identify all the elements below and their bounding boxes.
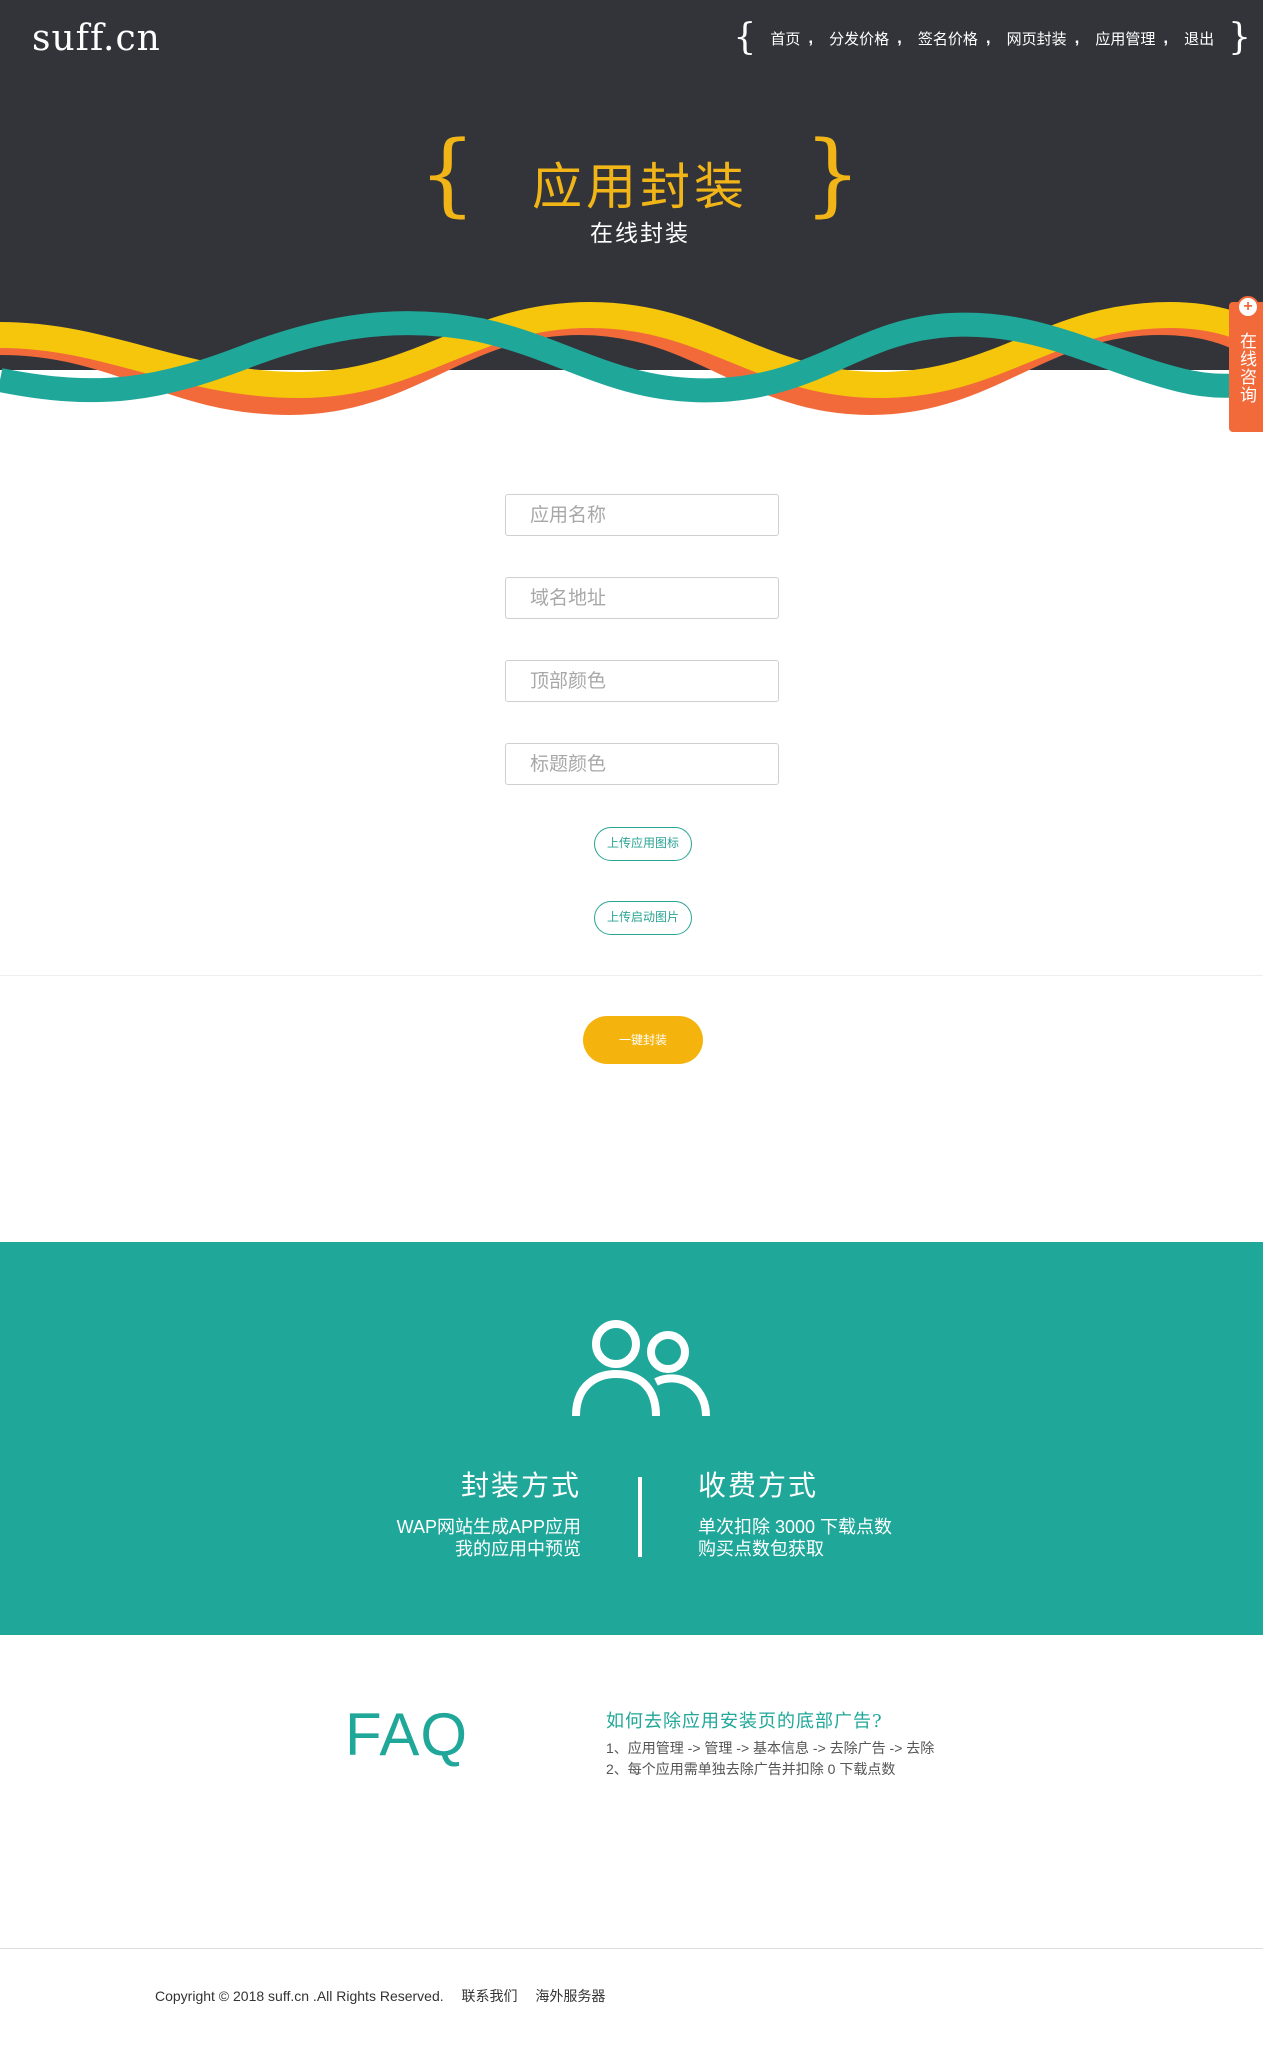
faq-answer: 1、应用管理 -> 管理 -> 基本信息 -> 去除广告 -> 去除 (606, 1740, 935, 1756)
domain-input[interactable] (505, 577, 779, 619)
nav-separator: , (897, 28, 902, 47)
nav-item-logout[interactable]: 退出 (1184, 28, 1214, 49)
online-consult-label: 在线咨询 (1237, 332, 1256, 404)
upload-app-icon-button[interactable]: 上传应用图标 (594, 827, 692, 861)
one-click-wrap-button[interactable]: 一键封装 (583, 1016, 703, 1064)
faq-answer: 2、每个应用需单独去除广告并扣除 0 下载点数 (606, 1761, 896, 1777)
footer: Copyright © 2018 suff.cn .All Rights Res… (155, 1986, 605, 2006)
hero-header: suff.cn { 首页 , 分发价格 , 签名价格 , 网页封装 , 应用管理… (0, 0, 1263, 420)
top-color-input[interactable] (505, 660, 779, 702)
nav-separator: , (985, 28, 991, 47)
nav-item-app-management[interactable]: 应用管理 (1095, 28, 1155, 49)
nav-item-distribution-price[interactable]: 分发价格 (829, 28, 889, 49)
title-brace-open: { (418, 122, 476, 227)
title-brace-close: } (804, 122, 862, 227)
billing-method-line: 单次扣除 3000 下载点数 (698, 1517, 893, 1537)
footer-link-contact[interactable]: 联系我们 (462, 1988, 518, 2004)
nav-separator: , (1163, 28, 1169, 47)
title-color-input[interactable] (505, 743, 779, 785)
nav-separator: , (1074, 28, 1080, 47)
nav-separator: , (808, 28, 814, 47)
upload-splash-image-button[interactable]: 上传启动图片 (594, 901, 692, 935)
section-divider (0, 975, 1263, 976)
faq-heading: FAQ (345, 1701, 469, 1768)
wrap-method-title: 封装方式 (460, 1469, 581, 1502)
page-title-text: 应用封装 (532, 158, 748, 215)
nav-brace-open: { (733, 17, 757, 58)
billing-method-title: 收费方式 (698, 1469, 819, 1502)
wrap-method-block: 封装方式 WAP网站生成APP应用 我的应用中预览 (397, 1464, 581, 1560)
app-name-input[interactable] (505, 494, 779, 536)
decorative-wave (0, 301, 1263, 420)
online-consult-tab[interactable]: + 在线咨询 (1229, 296, 1263, 432)
plus-icon: + (1237, 296, 1259, 318)
billing-method-line: 购买点数包获取 (698, 1539, 824, 1559)
info-section: 封装方式 WAP网站生成APP应用 我的应用中预览 收费方式 单次扣除 3000… (0, 1242, 1263, 1635)
page-subtitle: 在线封装 (590, 220, 690, 246)
nav-brace-close: } (1228, 17, 1251, 58)
nav-item-signing-price[interactable]: 签名价格 (918, 28, 978, 49)
site-logo[interactable]: suff.cn (32, 18, 161, 59)
wrap-method-line: WAP网站生成APP应用 (396, 1517, 581, 1537)
top-nav: { 首页 , 分发价格 , 签名价格 , 网页封装 , 应用管理 , 退出 } (733, 18, 1251, 58)
nav-item-web-wrap[interactable]: 网页封装 (1007, 28, 1067, 49)
wrap-method-line: 我的应用中预览 (455, 1539, 581, 1559)
footer-link-overseas-server[interactable]: 海外服务器 (535, 1988, 605, 2004)
billing-method-block: 收费方式 单次扣除 3000 下载点数 购买点数包获取 (698, 1464, 892, 1560)
faq-question: 如何去除应用安装页的底部广告? (606, 1711, 883, 1732)
nav-item-home[interactable]: 首页 (770, 28, 800, 49)
vertical-divider (638, 1477, 642, 1557)
users-icon (572, 1320, 710, 1417)
copyright-text: Copyright © 2018 suff.cn .All Rights Res… (155, 1988, 444, 2004)
footer-divider (0, 1948, 1263, 1949)
